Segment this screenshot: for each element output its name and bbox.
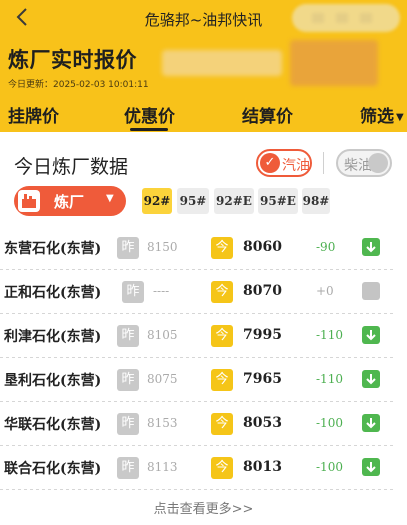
yesterday-price: 8150 xyxy=(147,240,178,254)
today-price: 8053 xyxy=(243,415,282,431)
yesterday-price: 8113 xyxy=(147,460,178,474)
list-item[interactable]: 利津石化(东营) 昨 8105 今 7995 -110 xyxy=(0,314,407,358)
blurred-banner xyxy=(162,40,378,88)
arrow-down-icon xyxy=(362,238,380,256)
yesterday-badge: 昨 xyxy=(122,281,144,303)
price-change: +0 xyxy=(316,284,334,298)
refinery-name: 正和石化(东营) xyxy=(4,285,102,301)
refinery-name: 联合石化(东营) xyxy=(4,461,102,477)
today-badge: 今 xyxy=(211,413,233,435)
yesterday-badge: 昨 xyxy=(117,413,139,435)
yesterday-badge: 昨 xyxy=(117,325,139,347)
today-price: 8070 xyxy=(243,283,282,299)
grade-98[interactable]: 98# xyxy=(302,188,330,214)
refinery-label: 炼厂 xyxy=(54,193,85,211)
refinery-name: 垦利石化(东营) xyxy=(4,373,102,389)
list-item[interactable]: 垦利石化(东营) 昨 8075 今 7965 -110 xyxy=(0,358,407,402)
arrow-down-icon xyxy=(362,458,380,476)
blurred-account-area xyxy=(292,4,400,32)
yesterday-badge: 昨 xyxy=(117,237,139,259)
yesterday-price: 8105 xyxy=(147,328,178,342)
yesterday-price: ---- xyxy=(153,284,170,298)
today-price: 7995 xyxy=(243,327,282,343)
caret-down-icon: ▼ xyxy=(396,111,404,123)
header: 危骆邦~油邦快讯 炼厂实时报价 今日更新：2025-02-03 10:01:11… xyxy=(0,0,407,132)
refinery-selector-button[interactable]: 炼厂 ▼ xyxy=(14,186,126,216)
yesterday-badge: 昨 xyxy=(117,457,139,479)
diesel-toggle[interactable]: 柴油 xyxy=(336,149,392,177)
tab-discount-price[interactable]: 优惠价 xyxy=(124,102,175,127)
tab-listed-price[interactable]: 挂牌价 xyxy=(8,102,59,127)
check-icon: ✓ xyxy=(260,153,280,173)
toggle-knob-icon xyxy=(368,153,388,173)
arrow-down-icon xyxy=(362,370,380,388)
refinery-icon xyxy=(18,190,40,212)
gasoline-label: 汽油 xyxy=(282,158,310,174)
today-badge: 今 xyxy=(211,369,233,391)
price-change: -110 xyxy=(316,372,343,386)
top-bar: 危骆邦~油邦快讯 xyxy=(0,0,407,36)
list-item[interactable]: 联合石化(东营) 昨 8113 今 8013 -100 xyxy=(0,446,407,490)
yesterday-price: 8075 xyxy=(147,372,178,386)
caret-down-icon: ▼ xyxy=(106,193,114,204)
grade-95e[interactable]: 95#E xyxy=(258,188,298,214)
today-price: 7965 xyxy=(243,371,282,387)
today-price: 8060 xyxy=(243,239,282,255)
flat-trend-icon xyxy=(362,282,380,300)
grade-92e[interactable]: 92#E xyxy=(214,188,254,214)
yesterday-badge: 昨 xyxy=(117,369,139,391)
view-more-link[interactable]: 点击查看更多>> xyxy=(0,498,407,517)
refinery-name: 华联石化(东营) xyxy=(4,417,102,433)
gasoline-toggle[interactable]: ✓ 汽油 xyxy=(256,149,312,177)
refinery-name: 东营石化(东营) xyxy=(4,241,102,257)
section-title: 今日炼厂数据 xyxy=(14,156,129,178)
arrow-down-icon xyxy=(362,414,380,432)
price-change: -100 xyxy=(316,460,343,474)
price-change: -110 xyxy=(316,328,343,342)
today-badge: 今 xyxy=(211,457,233,479)
list-item[interactable]: 华联石化(东营) 昨 8153 今 8053 -100 xyxy=(0,402,407,446)
active-tab-indicator xyxy=(130,128,168,131)
tab-filter[interactable]: 筛选 ▼ xyxy=(360,102,404,127)
list-item[interactable]: 东营石化(东营) 昨 8150 今 8060 -90 xyxy=(0,226,407,270)
update-time: 今日更新：2025-02-03 10:01:11 xyxy=(8,80,149,90)
price-change: -90 xyxy=(316,240,336,254)
price-tabs: 挂牌价 优惠价 结算价 筛选 ▼ xyxy=(0,96,407,132)
today-price: 8013 xyxy=(243,459,282,475)
list-item[interactable]: 正和石化(东营) 昨 ---- 今 8070 +0 xyxy=(0,270,407,314)
filter-label: 筛选 xyxy=(360,107,394,127)
grade-92[interactable]: 92# xyxy=(142,188,172,214)
divider xyxy=(323,152,324,174)
yesterday-price: 8153 xyxy=(147,416,178,430)
grade-95[interactable]: 95# xyxy=(177,188,209,214)
today-badge: 今 xyxy=(211,281,233,303)
price-change: -100 xyxy=(316,416,343,430)
today-badge: 今 xyxy=(211,325,233,347)
today-badge: 今 xyxy=(211,237,233,259)
tab-settlement-price[interactable]: 结算价 xyxy=(242,102,293,127)
refinery-name: 利津石化(东营) xyxy=(4,329,102,345)
page-title: 炼厂实时报价 xyxy=(8,48,137,72)
arrow-down-icon xyxy=(362,326,380,344)
